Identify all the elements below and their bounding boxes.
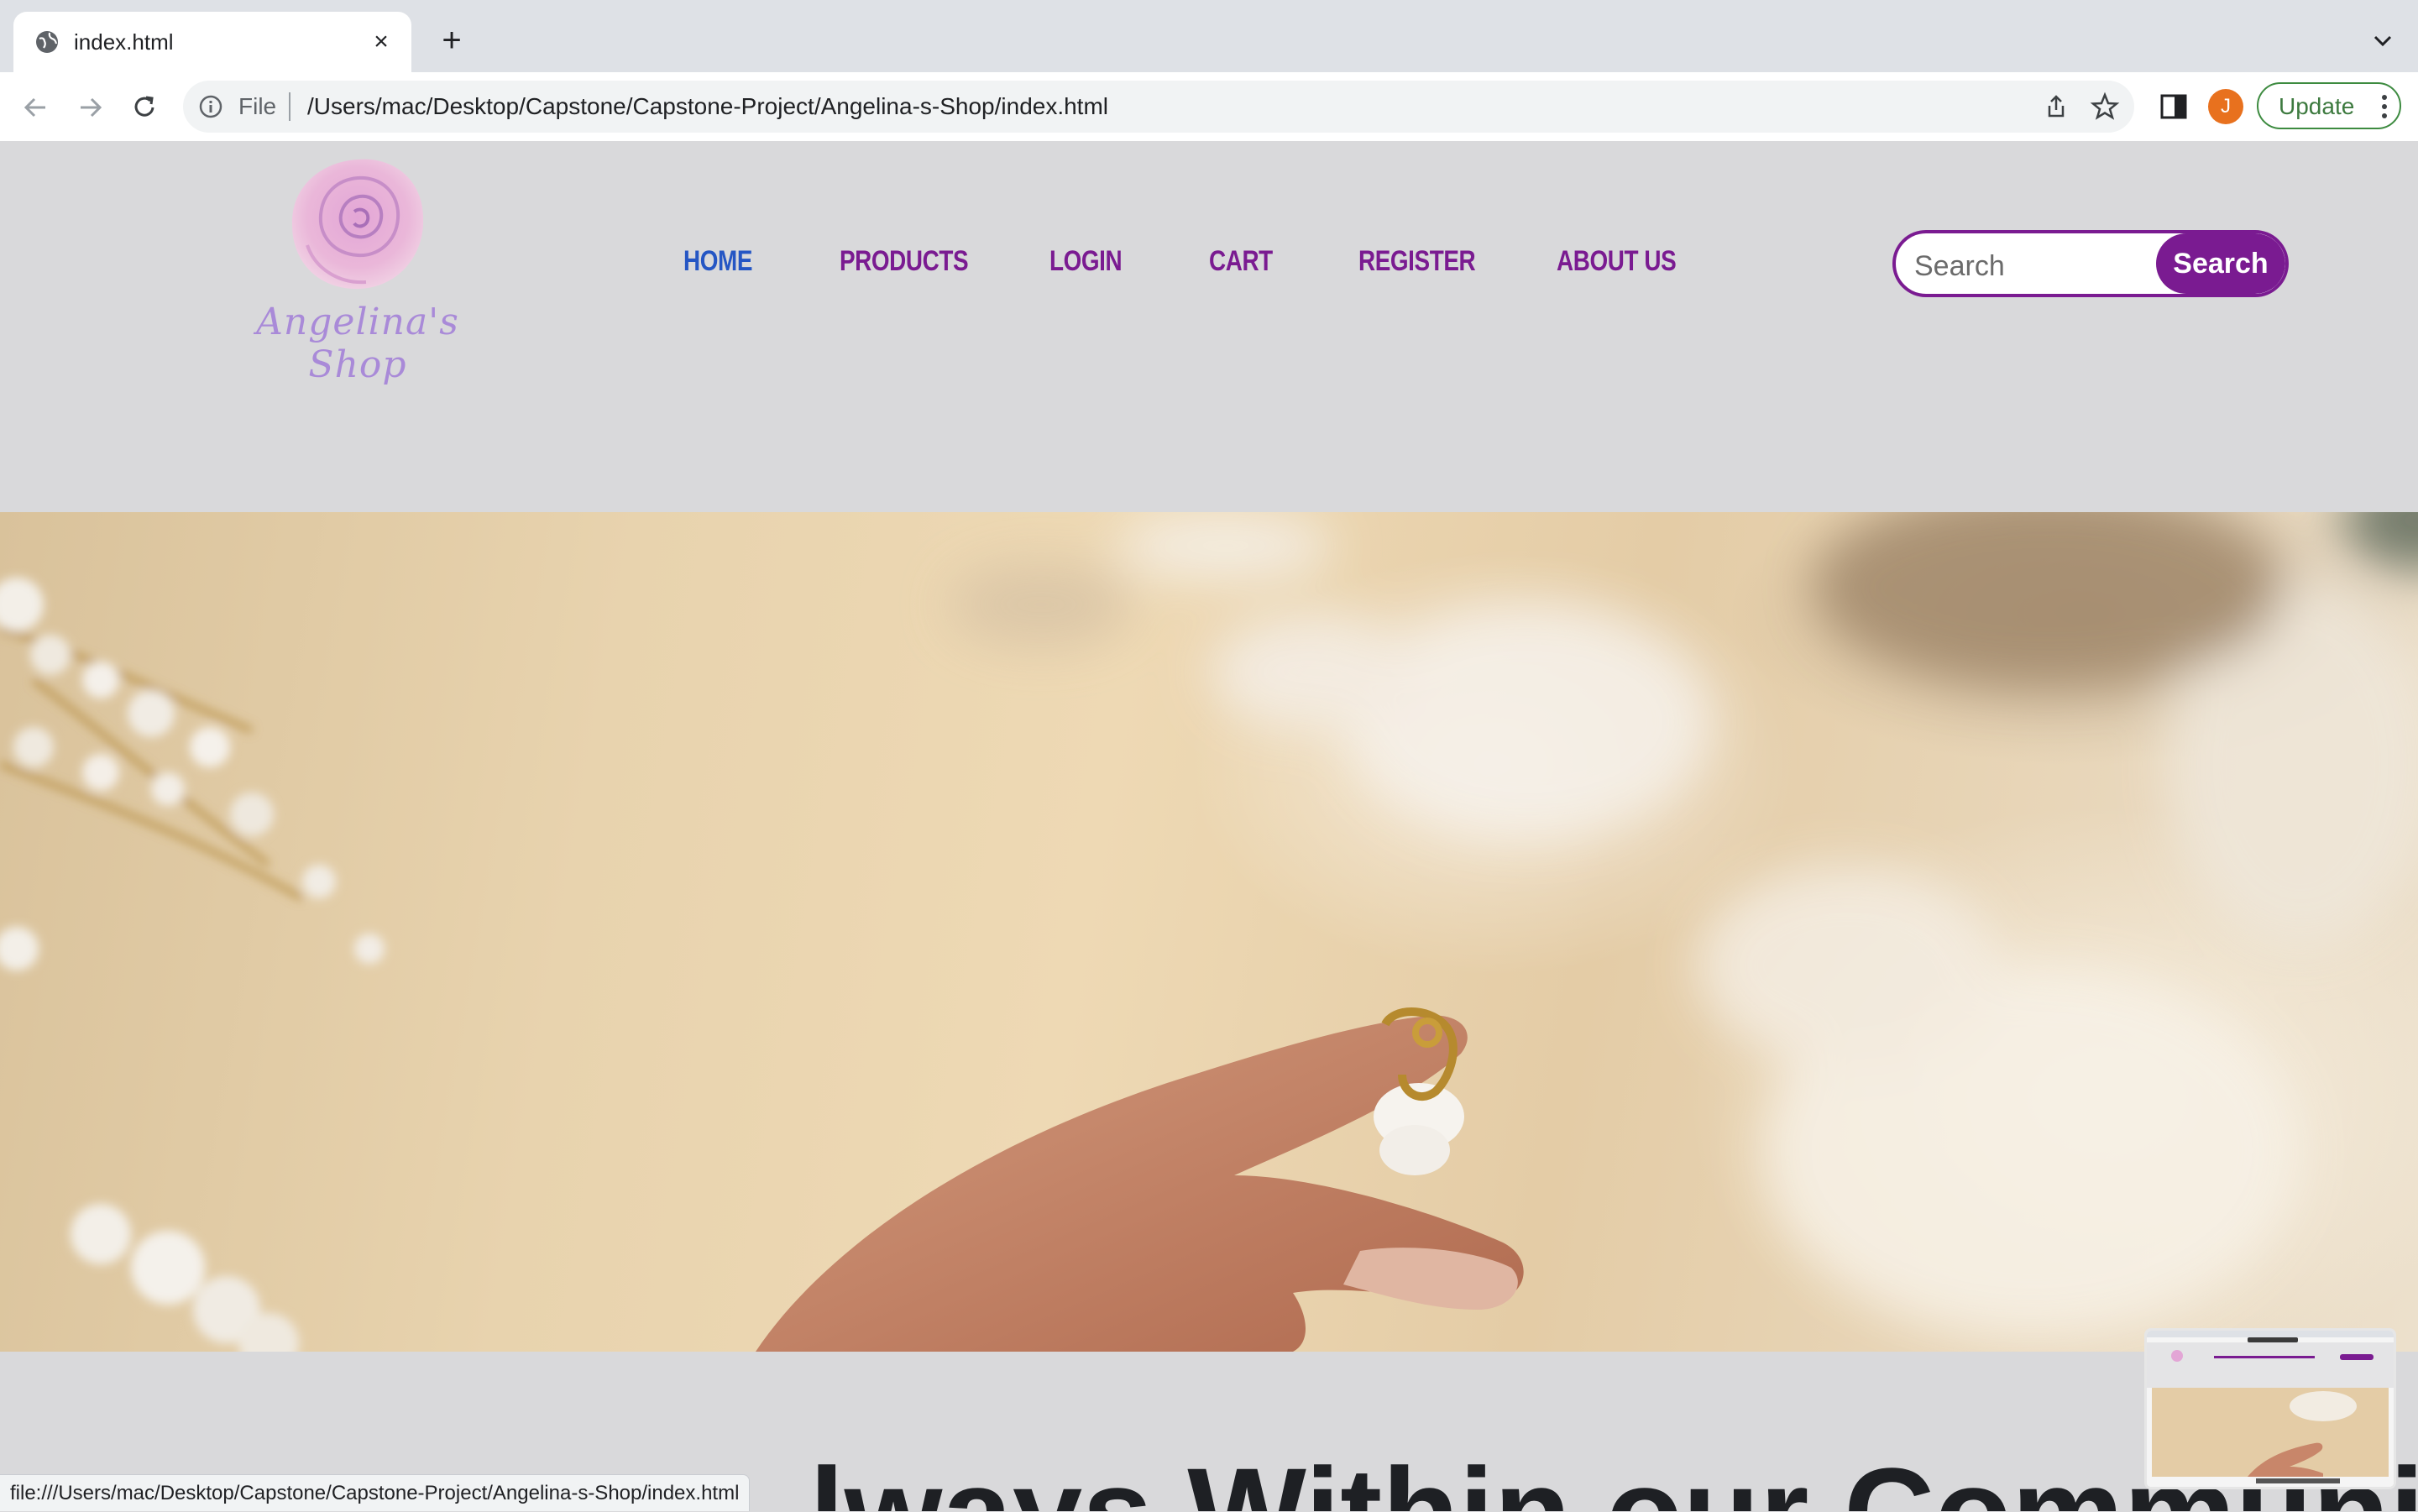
info-icon[interactable]: [198, 94, 223, 119]
back-icon[interactable]: [17, 89, 54, 126]
divider: [289, 92, 290, 121]
nav-home[interactable]: HOME: [683, 245, 752, 278]
close-tab-icon[interactable]: ×: [366, 27, 396, 57]
tab-title: index.html: [74, 29, 174, 55]
side-panel-icon[interactable]: [2156, 89, 2191, 124]
nav-products[interactable]: PRODUCTS: [840, 245, 969, 278]
url-scheme-label: File: [238, 93, 277, 119]
page-preview-thumbnail[interactable]: [2144, 1328, 2396, 1489]
search-input[interactable]: [1913, 249, 2193, 284]
profile-avatar[interactable]: J: [2208, 89, 2243, 124]
search-form: Search: [1892, 230, 2289, 297]
status-bar: file:///Users/mac/Desktop/Capstone/Capst…: [0, 1474, 751, 1511]
search-button[interactable]: Search: [2156, 233, 2285, 294]
nav-login[interactable]: LOGIN: [1049, 245, 1123, 278]
update-button[interactable]: Update: [2257, 82, 2401, 129]
shop-logo[interactable]: Angelina's Shop: [215, 153, 500, 386]
kebab-menu-icon[interactable]: [2381, 94, 2388, 119]
web-page: Angelina's Shop HOME PRODUCTS LOGIN CART…: [0, 141, 2418, 1511]
bookmark-star-icon[interactable]: [2089, 91, 2121, 123]
rose-icon: [291, 159, 424, 290]
update-label: Update: [2279, 93, 2355, 119]
nav-register[interactable]: REGISTER: [1358, 245, 1476, 278]
browser-tab[interactable]: index.html ×: [13, 12, 411, 72]
hero-photo: [0, 512, 2418, 1352]
nav-cart[interactable]: CART: [1209, 245, 1273, 278]
share-icon[interactable]: [2042, 92, 2070, 121]
new-tab-button[interactable]: +: [433, 22, 470, 59]
chevron-down-icon[interactable]: [2368, 25, 2398, 55]
address-bar[interactable]: File /Users/mac/Desktop/Capstone/Capston…: [183, 81, 2134, 133]
globe-icon: [36, 31, 58, 53]
logo-text: Angelina's Shop: [256, 301, 459, 386]
nav-about-us[interactable]: ABOUT US: [1557, 245, 1677, 278]
thumbnail-image: [2147, 1331, 2394, 1487]
url-text[interactable]: /Users/mac/Desktop/Capstone/Capstone-Pro…: [307, 92, 1108, 121]
tab-strip: index.html × +: [0, 0, 2418, 72]
hero-image: [0, 512, 2418, 1352]
reload-icon[interactable]: [126, 89, 163, 126]
browser-toolbar: File /Users/mac/Desktop/Capstone/Capston…: [0, 72, 2418, 141]
forward-icon[interactable]: [72, 89, 109, 126]
